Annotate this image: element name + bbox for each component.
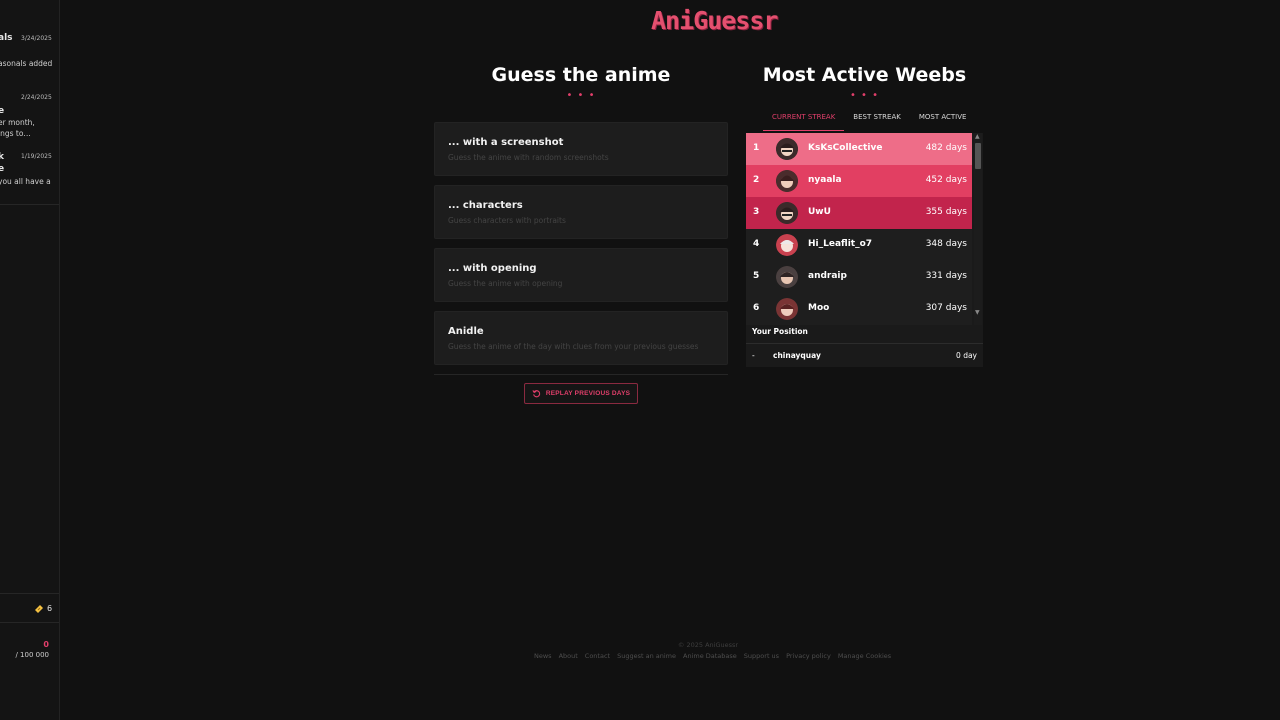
news-item[interactable]: k 1/19/2025 e you all have a [0, 148, 59, 208]
ticket-icon [35, 605, 43, 613]
tickets-counter[interactable]: 6 [0, 593, 59, 623]
scroll-up-icon[interactable]: ▲ [975, 133, 980, 140]
news-title: als [0, 33, 13, 43]
ticket-count: 6 [47, 604, 53, 613]
news-text: asonals added [0, 59, 53, 68]
news-text: you all have a [0, 177, 51, 186]
leaderboard-row[interactable]: 2 nyaala 452 days [746, 165, 972, 197]
leaderboard-list: 1 KsKsCollective 482 days 2 nyaala 452 d… [746, 133, 972, 325]
score-total: / 100 000 [15, 651, 49, 659]
footer-link-privacy[interactable]: Privacy policy [786, 652, 831, 660]
news-subtitle: e [0, 164, 4, 174]
avatar [776, 138, 798, 160]
rank: 5 [753, 271, 760, 281]
avatar [776, 202, 798, 224]
streak-days: 331 days [925, 271, 967, 281]
rank: 4 [753, 239, 760, 249]
news-date: 1/19/2025 [21, 153, 52, 160]
news-date: 3/24/2025 [21, 35, 52, 42]
news-item[interactable]: e 2/24/2025 er month, ings to… [0, 88, 59, 148]
streak-days: 348 days [925, 239, 967, 249]
username: nyaala [808, 175, 842, 185]
avatar [776, 170, 798, 192]
mode-anidle[interactable]: Anidle Guess the anime of the day with c… [434, 311, 728, 365]
leaderboard-panel: 1 KsKsCollective 482 days 2 nyaala 452 d… [746, 133, 983, 367]
streak-days: 482 days [925, 143, 967, 153]
scroll-thumb[interactable] [975, 143, 981, 169]
username: andraip [808, 271, 847, 281]
mode-opening[interactable]: ... with opening Guess the anime with op… [434, 248, 728, 302]
rank: 2 [753, 175, 760, 185]
leaderboard-row[interactable]: 3 UwU 355 days [746, 197, 972, 229]
scroll-down-icon[interactable]: ▼ [975, 309, 980, 316]
news-list: als 3/24/2025 asonals added . e 2/24/202… [0, 0, 59, 208]
my-username: chinayquay [773, 351, 821, 360]
leaderboard-row[interactable]: 1 KsKsCollective 482 days [746, 133, 972, 165]
news-text: er month, [0, 118, 35, 127]
tab-current-streak[interactable]: CURRENT STREAK [763, 110, 845, 131]
mode-title: Anidle [448, 326, 484, 337]
leaderboard-title: Most Active Weebs [762, 64, 967, 86]
score-value: 0 [43, 640, 49, 649]
footer-link-database[interactable]: Anime Database [683, 652, 737, 660]
your-position-label: Your Position [752, 327, 808, 336]
streak-days: 307 days [925, 303, 967, 313]
mode-title: ... with opening [448, 263, 537, 274]
guess-section-title: Guess the anime [491, 64, 671, 86]
footer-link-contact[interactable]: Contact [585, 652, 610, 660]
username: KsKsCollective [808, 143, 883, 153]
mode-screenshot[interactable]: ... with a screenshot Guess the anime wi… [434, 122, 728, 176]
divider [434, 374, 728, 375]
footer-links: News About Contact Suggest an anime Anim… [534, 652, 891, 660]
copyright: © 2025 AniGuessr [677, 641, 739, 649]
news-text: ings to… [0, 129, 31, 138]
mode-description: Guess the anime of the day with clues fr… [448, 342, 699, 351]
leaderboard-row[interactable]: 5 andraip 331 days [746, 261, 972, 293]
footer-link-support[interactable]: Support us [744, 652, 779, 660]
my-rank: - [752, 351, 755, 360]
tab-most-active[interactable]: MOST ACTIVE [910, 110, 976, 131]
mode-description: Guess the anime with opening [448, 279, 563, 288]
news-item[interactable]: als 3/24/2025 asonals added . [0, 28, 59, 88]
avatar [776, 234, 798, 256]
footer-link-about[interactable]: About [559, 652, 578, 660]
replay-label: REPLAY PREVIOUS DAYS [545, 390, 631, 397]
divider [746, 343, 983, 344]
news-date: 2/24/2025 [21, 94, 52, 101]
username: Hi_Leaflit_o7 [808, 239, 873, 249]
mode-title: ... with a screenshot [448, 137, 564, 148]
streak-days: 355 days [925, 207, 967, 217]
title-dots: • • • [566, 90, 596, 101]
leaderboard-scrollbar[interactable]: ▲ ▼ [974, 133, 982, 325]
rank: 1 [753, 143, 760, 153]
leaderboard-row[interactable]: 4 Hi_Leaflit_o7 348 days [746, 229, 972, 261]
mode-description: Guess the anime with random screenshots [448, 153, 609, 162]
mode-description: Guess characters with portraits [448, 216, 566, 225]
leaderboard-tabs: CURRENT STREAK BEST STREAK MOST ACTIVE [763, 110, 975, 131]
my-streak-days: 0 day [956, 351, 977, 360]
sidebar: als 3/24/2025 asonals added . e 2/24/202… [0, 0, 60, 720]
streak-days: 452 days [925, 175, 967, 185]
leaderboard-row[interactable]: 6 Moo 307 days [746, 293, 972, 325]
news-title: e [0, 106, 4, 116]
replay-previous-days-button[interactable]: REPLAY PREVIOUS DAYS [524, 383, 638, 404]
username: UwU [808, 207, 831, 217]
replay-icon [532, 390, 540, 398]
avatar [776, 298, 798, 320]
tab-best-streak[interactable]: BEST STREAK [844, 110, 910, 131]
title-dots: • • • [849, 90, 880, 101]
username: Moo [808, 303, 830, 313]
site-logo[interactable]: AniGuessr [651, 6, 778, 35]
rank: 6 [753, 303, 760, 313]
mode-characters[interactable]: ... characters Guess characters with por… [434, 185, 728, 239]
news-title: k [0, 152, 4, 162]
rank: 3 [753, 207, 760, 217]
footer-link-news[interactable]: News [534, 652, 552, 660]
footer-link-cookies[interactable]: Manage Cookies [838, 652, 891, 660]
footer-link-suggest[interactable]: Suggest an anime [617, 652, 676, 660]
mode-title: ... characters [448, 200, 523, 211]
avatar [776, 266, 798, 288]
